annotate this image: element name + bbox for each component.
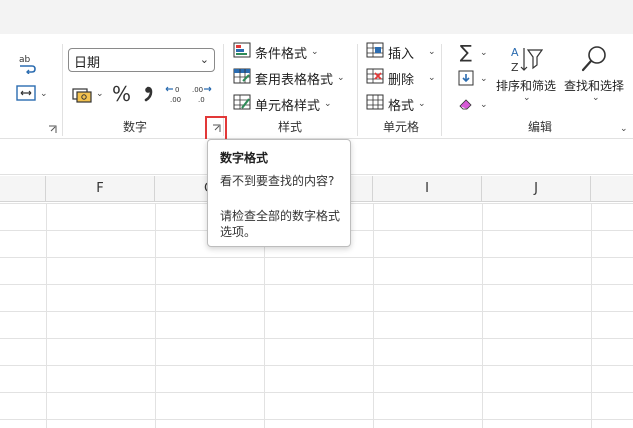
conditional-formatting-label: 条件格式 [255,46,308,62]
svg-text:.00: .00 [170,96,181,104]
sort-filter-icon[interactable]: A Z [509,44,543,74]
delete-button[interactable]: 删除 ⌄ [366,67,436,89]
svg-text:.0: .0 [198,96,205,104]
insert-button[interactable]: 插入 ⌄ [366,41,436,63]
ribbon-separator [357,44,358,136]
wrap-text-icon[interactable]: ab [14,50,40,76]
insert-label: 插入 [388,46,415,62]
format-label: 格式 [388,98,415,114]
increase-decimal-icon[interactable]: 0 .00 [164,83,188,105]
format-as-table-button[interactable]: 套用表格格式 ⌄ [233,67,345,89]
ribbon-separator [441,44,442,136]
group-label-editing: 编辑 [527,120,552,134]
grid-line [482,203,483,428]
number-format-dialog-launcher-icon[interactable] [211,123,221,133]
group-label-number: 数字 [122,120,147,134]
svg-text:.00: .00 [192,86,203,94]
conditional-formatting-button[interactable]: 条件格式 ⌄ [233,41,319,63]
cell-styles-button[interactable]: 单元格样式 ⌄ [233,93,332,115]
grid-line [373,203,374,428]
column-header-partial[interactable] [0,176,46,202]
chevron-down-icon[interactable]: ⌄ [480,100,488,110]
decrease-decimal-icon[interactable]: .00 .0 [190,83,214,105]
format-button[interactable]: 格式 ⌄ [366,93,426,115]
svg-text:Z: Z [511,61,519,74]
find-select-label[interactable]: 查找和选择 [564,77,624,94]
chevron-down-icon[interactable]: ⌄ [480,74,488,84]
tooltip-text: 选项。 [220,225,257,239]
cell-styles-icon [233,94,251,114]
ribbon-collapse-icon[interactable]: ⌄ [620,124,628,134]
autosum-icon[interactable]: ∑ [456,42,476,63]
svg-text:0: 0 [175,86,179,94]
comma-style-icon[interactable] [141,84,155,104]
grid-line [591,203,592,428]
format-as-table-label: 套用表格格式 [255,72,334,88]
clear-eraser-icon[interactable] [456,95,476,113]
chevron-down-icon[interactable]: ⌄ [40,89,48,99]
sort-filter-label[interactable]: 排序和筛选 [496,77,556,94]
dialog-launcher-icon[interactable] [47,124,57,134]
conditional-formatting-icon [233,42,251,62]
chevron-down-icon[interactable]: ⌄ [523,93,531,103]
cell-styles-label: 单元格样式 [255,98,321,114]
grid-line [46,203,47,428]
number-format-value: 日期 [74,56,101,71]
svg-text:A: A [511,46,519,59]
chevron-down-icon: ⌄ [337,73,345,83]
insert-cells-icon [366,42,384,62]
delete-cells-icon [366,68,384,88]
delete-label: 删除 [388,72,415,88]
svg-text:ab: ab [19,55,31,65]
format-cells-icon [366,94,384,114]
chevron-down-icon: ⌄ [199,53,209,66]
chevron-down-icon: ⌄ [428,73,436,83]
tooltip: 数字格式 看不到要查找的内容? 请检查全部的数字格式 选项。 [207,139,351,247]
column-header-f[interactable]: F [46,176,155,202]
tooltip-title: 数字格式 [220,151,269,165]
chevron-down-icon[interactable]: ⌄ [480,48,488,58]
column-header-i[interactable]: I [373,176,482,202]
group-label-cells: 单元格 [382,120,419,134]
chevron-down-icon[interactable]: ⌄ [592,93,600,103]
number-format-dropdown[interactable]: 日期 ⌄ [68,48,215,72]
grid-line [155,203,156,428]
tooltip-text: 看不到要查找的内容? [220,174,335,188]
find-search-icon[interactable] [579,44,609,74]
title-bar [0,0,633,34]
column-header-j[interactable]: J [482,176,591,202]
ribbon-separator [62,44,63,136]
merge-center-icon[interactable] [14,82,38,104]
group-label-styles: 样式 [277,120,302,134]
percent-style-button[interactable]: % [112,82,131,106]
chevron-down-icon: ⌄ [428,47,436,57]
chevron-down-icon: ⌄ [324,99,332,109]
fill-icon[interactable] [456,69,476,87]
currency-format-icon[interactable] [70,83,94,105]
tooltip-text: 请检查全部的数字格式 [220,209,341,223]
chevron-down-icon[interactable]: ⌄ [96,89,104,99]
chevron-down-icon: ⌄ [418,99,426,109]
chevron-down-icon: ⌄ [311,47,319,57]
column-header-partial[interactable] [591,176,633,202]
format-as-table-icon [233,68,251,88]
